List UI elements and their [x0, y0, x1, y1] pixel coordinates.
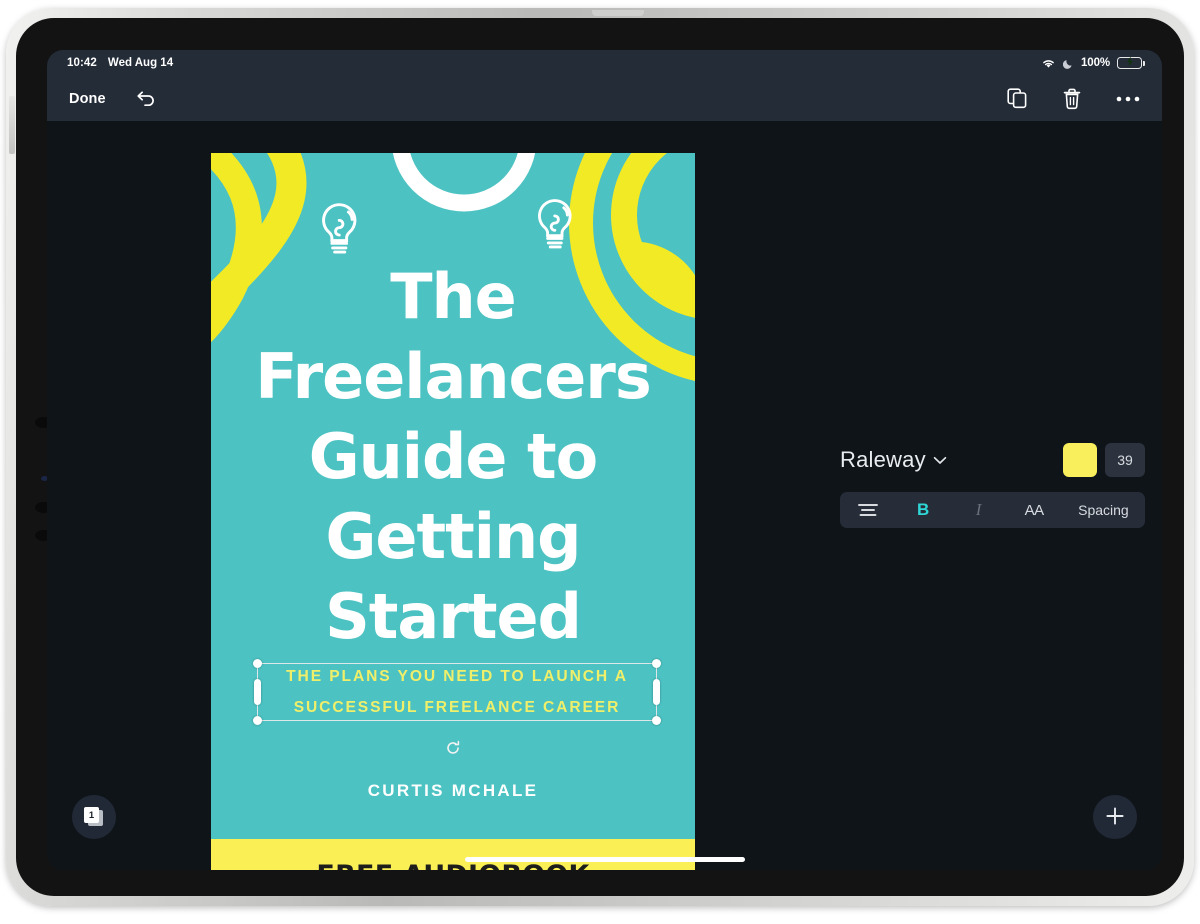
cover-banner[interactable]: FREE AUDIOBOOK [211, 839, 695, 870]
subtitle-text: THE PLANS YOU NEED TO LAUNCH A SUCCESSFU… [286, 668, 628, 716]
font-row: Raleway 39 [840, 441, 1145, 479]
rotate-handle-icon[interactable] [445, 740, 461, 756]
toolbar-right-group [1007, 88, 1140, 110]
battery-percent: 100% [1080, 57, 1110, 69]
screenshot-root: 10:42 Wed Aug 14 100% Done The Freelance… [0, 0, 1200, 924]
resize-handle-bottom-right[interactable] [652, 716, 661, 725]
done-button[interactable]: Done [69, 91, 106, 107]
resize-handle-bottom-left[interactable] [253, 716, 262, 725]
device-bezel: 10:42 Wed Aug 14 100% Done The Freelance… [16, 18, 1184, 896]
editor-canvas[interactable]: The Freelancers Guide to Getting Started… [47, 121, 1162, 870]
text-inspector-panel: Raleway 39 B I AA Spacing [840, 441, 1145, 528]
font-size-field[interactable]: 39 [1105, 443, 1145, 477]
undo-icon[interactable] [134, 90, 156, 108]
duplicate-icon[interactable] [1007, 88, 1028, 109]
cover-title[interactable]: The Freelancers Guide to Getting Started [211, 257, 695, 657]
more-horizontal-icon[interactable] [1116, 95, 1140, 103]
do-not-disturb-moon-icon [1062, 58, 1074, 69]
bold-button[interactable]: B [895, 492, 950, 528]
battery-charging-icon [1117, 56, 1145, 69]
book-cover-artboard[interactable]: The Freelancers Guide to Getting Started… [211, 153, 695, 870]
status-bar: 10:42 Wed Aug 14 100% [47, 50, 1162, 76]
power-button[interactable] [9, 96, 15, 154]
status-time: 10:42 [67, 57, 97, 69]
trash-icon[interactable] [1062, 88, 1082, 110]
font-row-right: 39 [1063, 443, 1145, 477]
add-button[interactable] [1093, 795, 1137, 839]
cover-author[interactable]: CURTIS MCHALE [211, 781, 695, 801]
text-format-toolbar: B I AA Spacing [840, 492, 1145, 528]
resize-handle-top-right[interactable] [652, 659, 661, 668]
subtitle-text-element[interactable]: THE PLANS YOU NEED TO LAUNCH A SUCCESSFU… [253, 659, 661, 725]
text-color-swatch[interactable] [1063, 443, 1097, 477]
page-count-label: 1 [84, 807, 99, 823]
wifi-icon [1041, 58, 1056, 69]
status-bar-left: 10:42 Wed Aug 14 [67, 57, 173, 69]
front-camera [592, 10, 644, 16]
app-toolbar: Done [47, 76, 1162, 121]
plus-icon [1105, 806, 1125, 829]
pages-icon: 1 [84, 807, 104, 827]
spacing-button[interactable]: Spacing [1062, 492, 1145, 528]
align-center-icon[interactable] [840, 492, 895, 528]
font-family-selector[interactable]: Raleway [840, 447, 926, 473]
ipad-device-frame: 10:42 Wed Aug 14 100% Done The Freelance… [6, 8, 1194, 906]
resize-handle-right[interactable] [653, 679, 660, 705]
pages-button[interactable]: 1 [72, 795, 116, 839]
status-bar-right: 100% [1041, 56, 1145, 69]
resize-handle-left[interactable] [254, 679, 261, 705]
ipad-screen: 10:42 Wed Aug 14 100% Done The Freelance… [47, 50, 1162, 870]
toolbar-left-group: Done [69, 90, 156, 108]
italic-button[interactable]: I [951, 492, 1006, 528]
text-case-button[interactable]: AA [1006, 492, 1061, 528]
resize-handle-top-left[interactable] [253, 659, 262, 668]
chevron-down-icon[interactable] [933, 456, 947, 465]
status-date: Wed Aug 14 [107, 57, 174, 69]
home-indicator[interactable] [464, 857, 745, 862]
